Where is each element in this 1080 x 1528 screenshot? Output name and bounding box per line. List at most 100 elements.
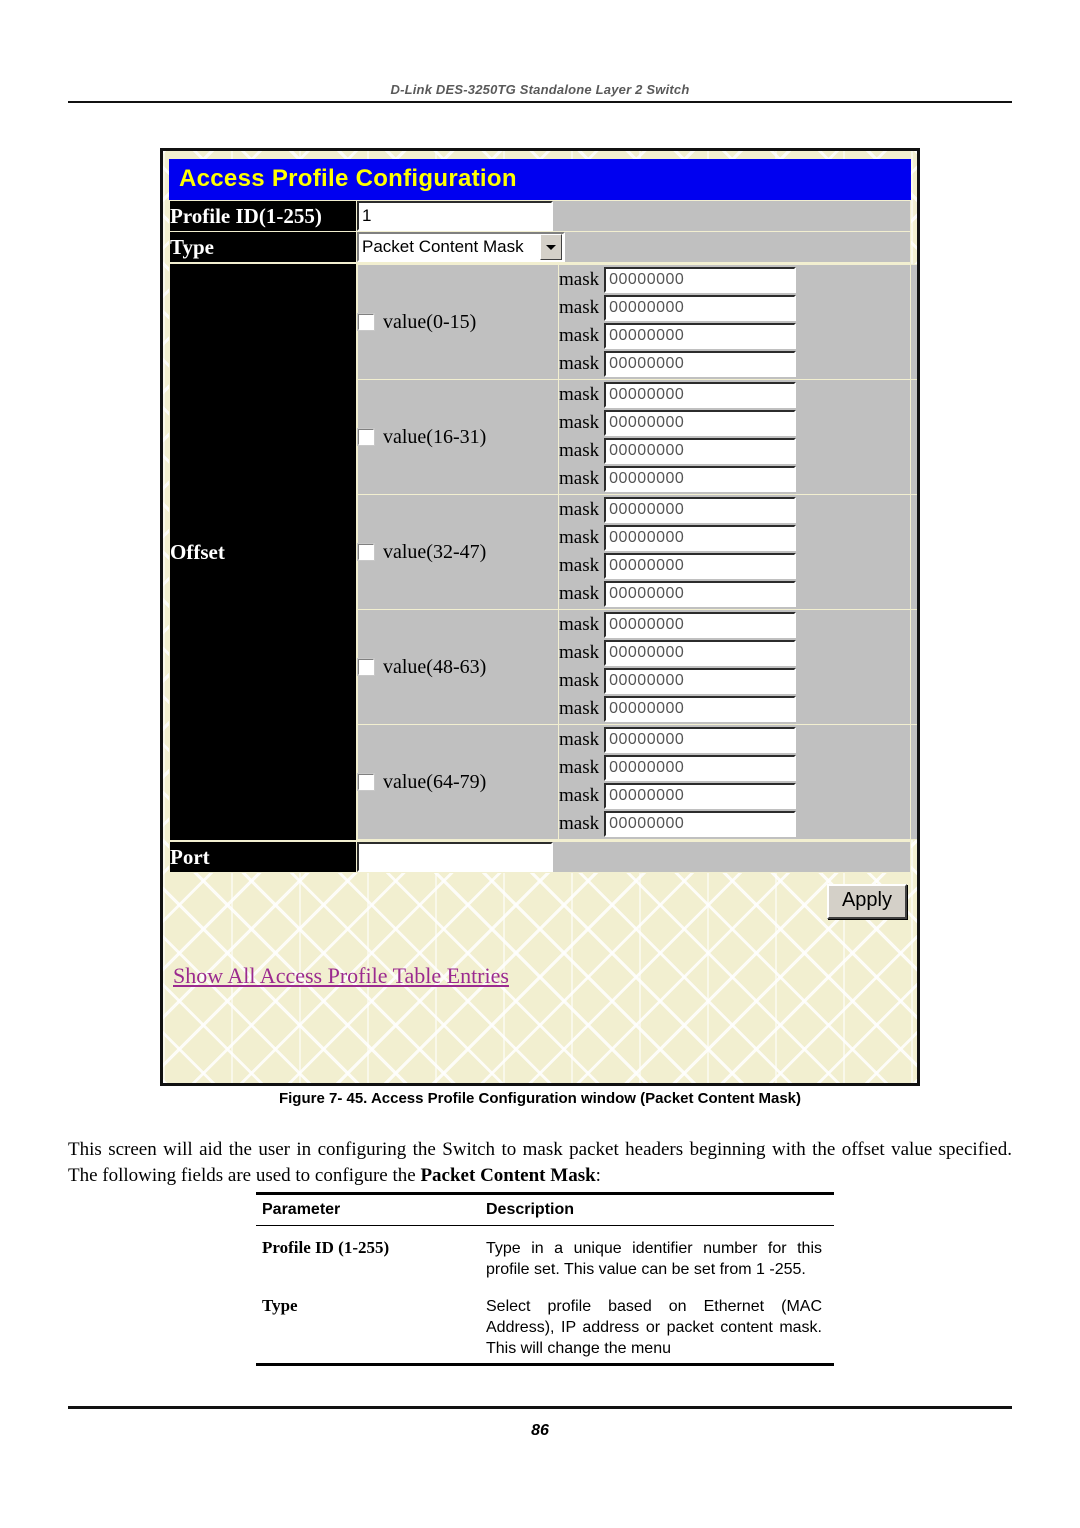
body-paragraph-bold-term: Packet Content Mask (420, 1165, 596, 1186)
page-number: 86 (531, 1422, 549, 1439)
mask-label: mask (559, 527, 600, 548)
mask-row: mask (559, 811, 917, 837)
offset-row: value(16-31) mask mask mask mask (357, 379, 917, 495)
column-header-parameter: Parameter (262, 1201, 341, 1218)
mask-label: mask (559, 353, 600, 374)
mask-row: mask (559, 267, 917, 293)
mask-input[interactable] (604, 668, 797, 694)
body-paragraph-part2: : (595, 1165, 601, 1186)
mask-input[interactable] (604, 783, 797, 809)
port-table: Port (169, 841, 911, 873)
offset-value-checkbox[interactable] (358, 313, 374, 330)
mask-row: mask (559, 727, 917, 753)
mask-row: mask (559, 783, 917, 809)
mask-input[interactable] (604, 612, 797, 638)
type-select-value: Packet Content Mask (362, 237, 524, 256)
type-label: Type (169, 231, 357, 263)
offset-mask-cell: mask mask mask mask (558, 609, 917, 725)
offset-value-checkbox[interactable] (358, 773, 374, 790)
port-label: Port (169, 841, 357, 873)
mask-label: mask (559, 269, 600, 290)
mask-label: mask (559, 813, 600, 834)
mask-input[interactable] (604, 553, 797, 579)
profile-id-input[interactable] (357, 201, 553, 231)
offset-value-label: value(48-63) (383, 655, 487, 678)
apply-button[interactable]: Apply (826, 883, 907, 919)
offset-value-label: value(32-47) (383, 540, 487, 563)
column-header-description: Description (486, 1201, 575, 1218)
offset-value-checkbox[interactable] (358, 658, 374, 675)
offset-row: value(32-47) mask mask mask mask (357, 494, 917, 610)
port-row: Port (169, 841, 911, 873)
mask-label: mask (559, 785, 600, 806)
offset-value-cell: value(16-31) (357, 379, 559, 495)
mask-label: mask (559, 499, 600, 520)
access-profile-configuration-window: Access Profile Configuration Profile ID(… (160, 148, 920, 1086)
page-header-title: D-Link DES-3250TG Standalone Layer 2 Swi… (390, 82, 690, 97)
mask-row: mask (559, 410, 917, 436)
offset-value-checkbox[interactable] (358, 543, 374, 560)
mask-label: mask (559, 583, 600, 604)
mask-label: mask (559, 670, 600, 691)
mask-row: mask (559, 755, 917, 781)
mask-label: mask (559, 555, 600, 576)
chevron-down-icon[interactable] (540, 234, 562, 260)
mask-row: mask (559, 612, 917, 638)
offset-value-label: value(0-15) (383, 310, 477, 333)
offset-table: Offset value(0-15)maskmaskmaskmaskvalue(… (169, 263, 917, 841)
mask-row: mask (559, 295, 917, 321)
mask-input[interactable] (604, 640, 797, 666)
table-header-row: Parameter Description (256, 1195, 834, 1225)
mask-input[interactable] (604, 581, 797, 607)
mask-label: mask (559, 297, 600, 318)
mask-row: mask (559, 668, 917, 694)
mask-label: mask (559, 384, 600, 405)
mask-input[interactable] (604, 497, 797, 523)
offset-value-cell: value(48-63) (357, 609, 559, 725)
mask-label: mask (559, 614, 600, 635)
mask-row: mask (559, 640, 917, 666)
show-all-access-profile-table-entries-link[interactable]: Show All Access Profile Table Entries (173, 963, 509, 989)
header-divider (68, 101, 1012, 103)
parameter-description-cell: Type in a unique identifier number for t… (486, 1240, 822, 1278)
profile-id-label: Profile ID(1-255) (169, 200, 357, 232)
mask-input[interactable] (604, 696, 797, 722)
mask-row: mask (559, 466, 917, 492)
offset-rows-cell: value(0-15) mask mask mask mask value(16-31) m… (356, 263, 917, 841)
port-input[interactable] (357, 842, 553, 872)
mask-input[interactable] (604, 323, 797, 349)
offset-row: value(64-79) mask mask mask mask (357, 724, 917, 840)
mask-input[interactable] (604, 295, 797, 321)
type-select[interactable]: Packet Content Mask (357, 232, 565, 262)
mask-input[interactable] (604, 755, 797, 781)
mask-input[interactable] (604, 410, 797, 436)
mask-input[interactable] (604, 351, 797, 377)
mask-input[interactable] (604, 466, 797, 492)
offset-value-label: value(16-31) (383, 425, 487, 448)
figure-caption: Figure 7- 45. Access Profile Configurati… (278, 1090, 802, 1107)
table-row: Profile ID (1-255) Type in a unique ident… (256, 1226, 834, 1284)
parameter-name-cell: Profile ID (1-255) (262, 1238, 390, 1257)
mask-input[interactable] (604, 382, 797, 408)
offset-label: Offset (169, 263, 357, 841)
port-field-cell (356, 841, 911, 873)
parameter-name-cell: Type (262, 1296, 298, 1315)
table-row: Type Select profile based on Ethernet (MA… (256, 1284, 834, 1363)
mask-row: mask (559, 351, 917, 377)
offset-value-rows: value(0-15) mask mask mask mask value(16-31) m… (357, 264, 917, 840)
mask-input[interactable] (604, 267, 797, 293)
mask-row: mask (559, 525, 917, 551)
mask-input[interactable] (604, 525, 797, 551)
mask-label: mask (559, 440, 600, 461)
mask-input[interactable] (604, 727, 797, 753)
mask-row: mask (559, 581, 917, 607)
mask-row: mask (559, 553, 917, 579)
mask-input[interactable] (604, 811, 797, 837)
mask-input[interactable] (604, 438, 797, 464)
mask-label: mask (559, 412, 600, 433)
offset-value-checkbox[interactable] (358, 428, 374, 445)
profile-id-field-cell (356, 200, 911, 232)
offset-value-cell: value(0-15) (357, 264, 559, 380)
parameter-description-table: Parameter Description Profile ID (1-255)… (256, 1192, 834, 1366)
offset-value-cell: value(64-79) (357, 724, 559, 840)
